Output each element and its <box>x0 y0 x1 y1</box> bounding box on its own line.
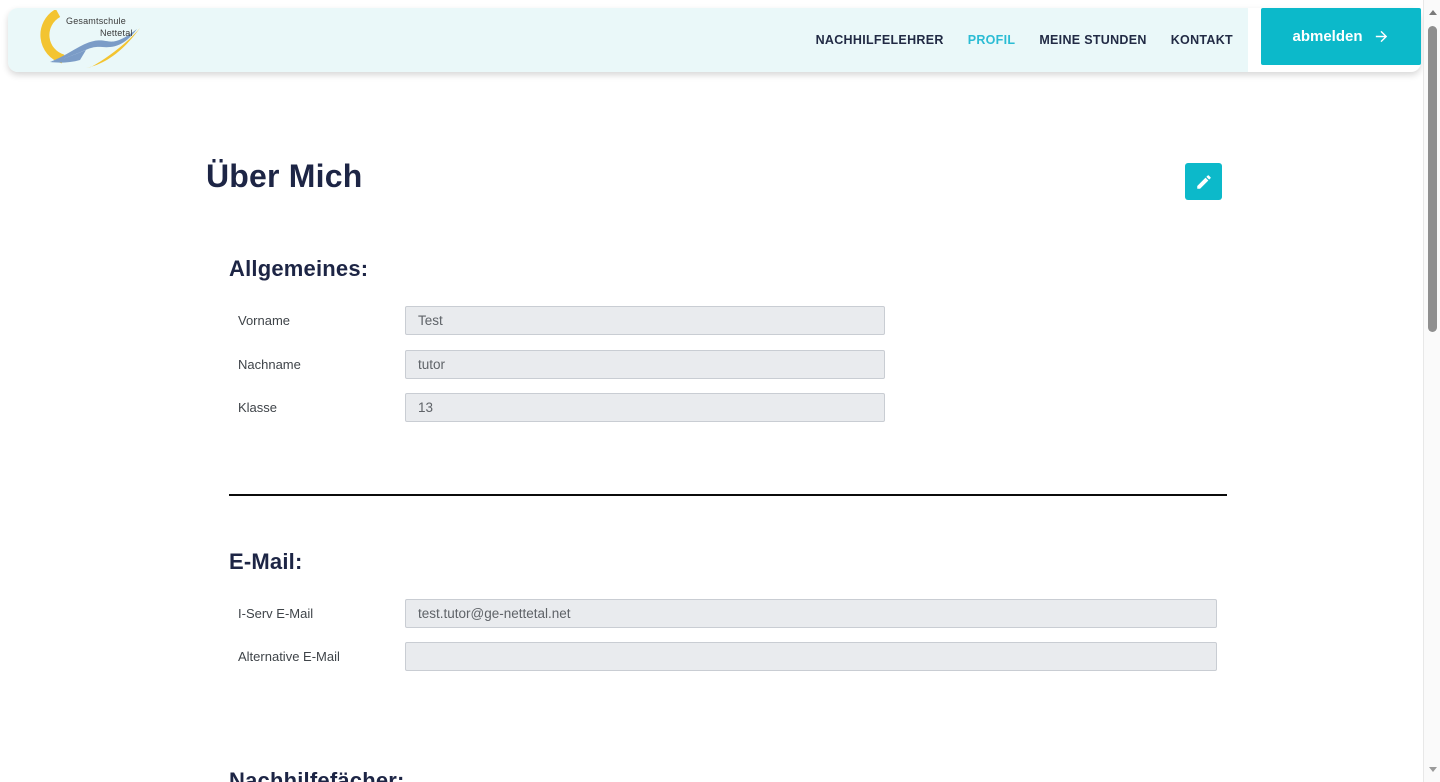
arrow-right-icon <box>1373 28 1390 45</box>
iserv-email-label: I-Serv E-Mail <box>238 606 405 621</box>
nav-item-meine-stunden[interactable]: MEINE STUNDEN <box>1039 33 1146 47</box>
form-row-iserv-email: I-Serv E-Mail <box>238 599 1217 628</box>
form-row-klasse: Klasse <box>238 393 885 422</box>
scroll-up-button[interactable] <box>1424 4 1440 21</box>
scroll-down-button[interactable] <box>1424 761 1440 778</box>
pencil-icon <box>1195 173 1213 191</box>
section-heading-general: Allgemeines: <box>229 256 368 282</box>
iserv-email-input[interactable] <box>405 599 1217 628</box>
alternative-email-input[interactable] <box>405 642 1217 671</box>
alternative-email-label: Alternative E-Mail <box>238 649 405 664</box>
form-row-vorname: Vorname <box>238 306 885 335</box>
vorname-label: Vorname <box>238 313 405 328</box>
klasse-label: Klasse <box>238 400 405 415</box>
nav-item-kontakt[interactable]: KONTAKT <box>1171 33 1233 47</box>
logout-label: abmelden <box>1292 28 1362 45</box>
page-title: Über Mich <box>206 158 363 195</box>
page: Gesamtschule Nettetal NACHHILFELEHRER PR… <box>0 0 1440 782</box>
section-divider <box>229 494 1227 496</box>
nav-item-nachhilfelehrer[interactable]: NACHHILFELEHRER <box>816 33 944 47</box>
section-heading-email: E-Mail: <box>229 549 303 575</box>
section-heading-subjects-partial: Nachhilfefächer: <box>229 768 405 782</box>
logout-button[interactable]: abmelden <box>1261 8 1421 65</box>
nachname-input[interactable] <box>405 350 885 379</box>
scroll-down-arrow-icon <box>1429 767 1437 772</box>
nachname-label: Nachname <box>238 357 405 372</box>
nav-item-profil[interactable]: PROFIL <box>968 33 1016 47</box>
logo-text-line1: Gesamtschule <box>66 16 126 26</box>
school-logo[interactable]: Gesamtschule Nettetal <box>36 10 158 70</box>
scrollbar[interactable] <box>1423 0 1440 782</box>
top-navigation-bar: Gesamtschule Nettetal NACHHILFELEHRER PR… <box>8 8 1421 72</box>
logo-text-line2: Nettetal <box>100 28 133 38</box>
main-nav: NACHHILFELEHRER PROFIL MEINE STUNDEN KON… <box>816 8 1233 72</box>
edit-profile-button[interactable] <box>1185 163 1222 200</box>
klasse-input[interactable] <box>405 393 885 422</box>
form-row-nachname: Nachname <box>238 350 885 379</box>
scrollbar-thumb[interactable] <box>1428 26 1437 332</box>
scroll-up-arrow-icon <box>1429 10 1437 15</box>
form-row-alternative-email: Alternative E-Mail <box>238 642 1217 671</box>
vorname-input[interactable] <box>405 306 885 335</box>
